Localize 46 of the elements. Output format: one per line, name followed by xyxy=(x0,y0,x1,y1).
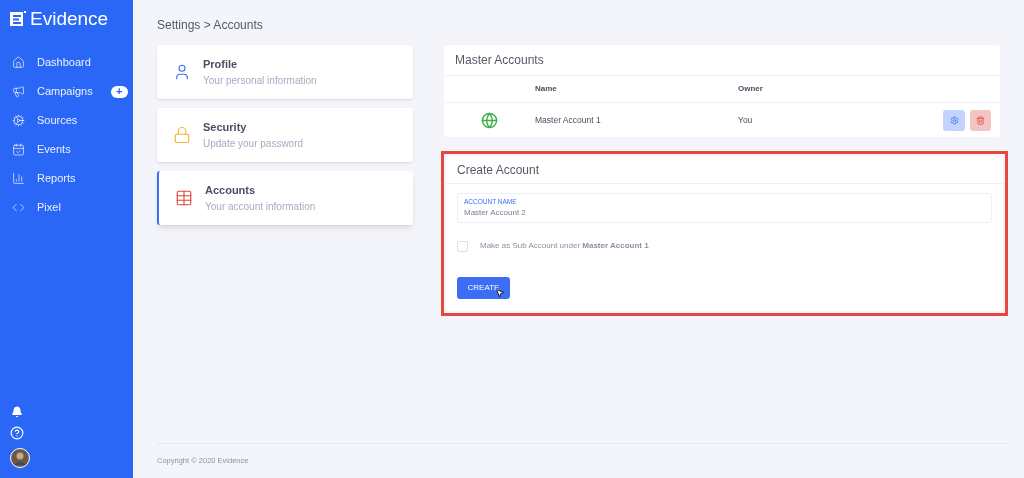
megaphone-icon xyxy=(12,85,25,98)
nav-item[interactable]: Campaigns + xyxy=(0,77,133,106)
trash-icon xyxy=(976,115,985,125)
nav-item[interactable]: Pixel xyxy=(0,193,133,222)
table-icon xyxy=(175,189,193,207)
add-badge[interactable]: + xyxy=(110,85,128,98)
settings-button[interactable] xyxy=(943,109,965,131)
calendar-icon xyxy=(12,143,25,156)
sub-account-checkbox[interactable] xyxy=(457,240,468,252)
menu-subtitle: Update your password xyxy=(203,136,304,151)
create-button[interactable]: CREATE xyxy=(457,277,510,299)
table-cell-text: Master Account 1 xyxy=(535,113,602,127)
menu-title: Accounts xyxy=(205,183,257,199)
avatar[interactable] xyxy=(10,448,30,468)
breadcrumb: Settings > Accounts xyxy=(157,17,264,34)
user-icon xyxy=(173,63,191,81)
app-logo: Evidence xyxy=(30,9,109,28)
card-title: Create Account xyxy=(446,156,1003,184)
cursor-icon xyxy=(495,288,505,298)
checkbox-label: Make as Sub Account under Master Account 1 xyxy=(480,240,649,252)
column-header: Name xyxy=(535,83,558,95)
settings-menu-item[interactable]: Profile Your personal information xyxy=(157,45,413,99)
nav-item[interactable]: Sources xyxy=(0,106,133,135)
code-icon xyxy=(12,201,25,214)
notification-icon[interactable] xyxy=(11,406,23,418)
menu-title: Security xyxy=(203,120,248,136)
card-title: Master Accounts xyxy=(444,45,1000,76)
menu-subtitle: Your personal information xyxy=(203,73,317,88)
nav-item[interactable]: Reports xyxy=(0,164,133,193)
home-icon xyxy=(12,56,25,69)
settings-menu-item[interactable]: Security Update your password xyxy=(157,108,413,162)
settings-menu-item[interactable]: Accounts Your account information xyxy=(157,171,413,225)
nav-item[interactable]: Dashboard xyxy=(0,48,133,77)
bar-chart-icon xyxy=(12,172,25,185)
delete-button[interactable] xyxy=(970,109,991,131)
nav-item[interactable]: Events xyxy=(0,135,133,164)
logo-icon xyxy=(10,10,26,27)
menu-title: Profile xyxy=(203,57,239,73)
lock-icon xyxy=(173,126,191,144)
menu-subtitle: Your account information xyxy=(205,199,316,214)
table-cell: You xyxy=(738,113,753,127)
gears-icon xyxy=(12,114,25,127)
globe-icon xyxy=(481,111,498,129)
help-icon[interactable] xyxy=(10,426,24,440)
column-header: Owner xyxy=(738,83,763,95)
settings-icon xyxy=(949,115,959,125)
